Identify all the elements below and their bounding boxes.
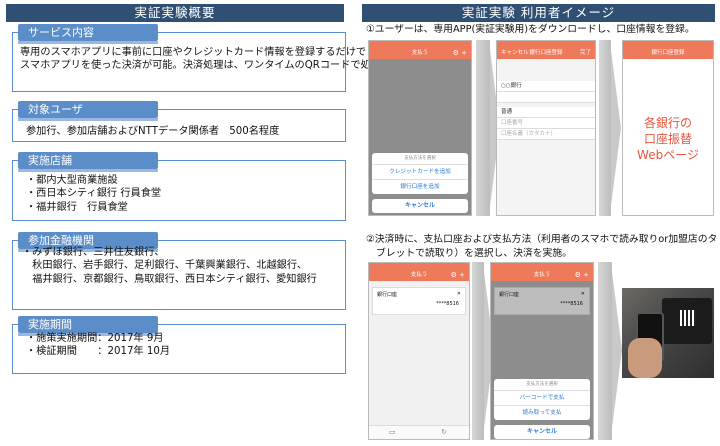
tab-bar: ▭ ↻: [369, 425, 469, 439]
period-title: 実施期間: [18, 316, 158, 336]
qr-code-icon: [680, 310, 696, 326]
sheet-heading: 支払方法を選択: [526, 382, 558, 387]
app-title: 銀行口座登録: [529, 50, 563, 56]
banks-body: ・みずほ銀行、三井住友銀行、 秋田銀行、岩手銀行、足利銀行、千葉興業銀行、北越銀…: [22, 246, 317, 286]
app-title: 支払う: [533, 272, 551, 278]
card-number: ****8516: [560, 301, 583, 307]
web-page-text: 各銀行の 口座振替 Webページ: [623, 115, 713, 163]
flow-arrow-2-head: [611, 50, 621, 206]
app-title: 銀行口座登録: [651, 50, 685, 56]
step2-text-line1: ②決済時に、支払口座および支払方法（利用者のスマホで読み取りor加盟店のタ: [366, 234, 718, 245]
sheet-heading: 支払方法を選択: [404, 156, 436, 161]
hand-image: [628, 338, 662, 378]
card-tab-icon[interactable]: ▭: [389, 428, 396, 436]
app-bar: 支払う ⚙ +: [491, 269, 593, 281]
stores-body: ・都内大型商業施設 ・西日本シティ銀行 行員食堂 ・福井銀行 行員食堂: [26, 174, 161, 214]
step1-text: ①ユーザーは、専用APP(実証実験用)をダウンロードし、口座情報を登録。: [366, 24, 695, 35]
add-bank-account-button[interactable]: 銀行口座を追加: [372, 179, 468, 194]
app-bar: 支払う ⚙ +: [369, 47, 471, 59]
done-link[interactable]: 完了: [580, 47, 591, 59]
service-line: スマホアプリを使った決済が可能。決済処理は、ワンタイムのQRコードで処理。: [20, 60, 392, 72]
phone-pay: 支払う ⚙ + 銀行口座 ✕ ****8516 ▭ ↻: [368, 262, 470, 440]
banks-line: 福井銀行、京都銀行、鳥取銀行、西日本シティ銀行、愛知銀行: [22, 273, 317, 285]
phone-bank-form: キャンセル 銀行口座登録 完了 ○○銀行 普通 口座番号 口座名義（カタカナ）: [496, 40, 596, 216]
web-text-line: Webページ: [637, 148, 699, 162]
action-sheet: 支払方法を選択 クレジットカードを追加 銀行口座を追加: [372, 153, 468, 194]
stores-line: ・福井銀行 行員食堂: [26, 201, 128, 213]
bank-name-field[interactable]: ○○銀行: [497, 81, 595, 92]
stores-title: 実施店舗: [18, 152, 158, 172]
cancel-button[interactable]: キャンセル: [372, 199, 468, 213]
history-tab-icon[interactable]: ↻: [441, 428, 447, 436]
bank-account-card[interactable]: 銀行口座 ✕ ****8516: [494, 287, 590, 315]
close-icon[interactable]: ✕: [457, 291, 461, 297]
stores-line: ・西日本シティ銀行 行員食堂: [26, 188, 162, 200]
users-line: 参加行、参加店舗およびNTTデータ関係者 500名程度: [26, 126, 280, 137]
gear-icon[interactable]: ⚙ +: [575, 269, 589, 281]
flow-arrow-1: [476, 40, 490, 216]
phone-pay-method: 支払う ⚙ + 銀行口座 ✕ ****8516 支払方法を選択 バーコードで支払…: [490, 262, 594, 440]
service-line: 専用のスマホアプリに事前に口座やクレジットカード情報を登録するだけで: [20, 47, 367, 58]
user-image-banner: 実証実験 利用者イメージ: [362, 4, 715, 22]
step2-text-line2: ブレットで読取り）を選択し、決済を実施。: [376, 248, 572, 259]
period-body: ・施策実施期間：2017年 9月 ・検証期間 ：2017年 10月: [26, 332, 170, 359]
period-line: ・検証期間 ：2017年 10月: [26, 346, 171, 358]
pay-by-scan-button[interactable]: 読み取って支払: [494, 405, 590, 420]
overview-banner: 実証実験概要: [6, 4, 344, 22]
pay-by-barcode-button[interactable]: バーコードで支払: [494, 390, 590, 405]
service-body: 専用のスマホアプリに事前に口座やクレジットカード情報を登録するだけで スマホアプ…: [20, 46, 391, 73]
account-number-field[interactable]: 口座番号: [497, 118, 595, 129]
close-icon[interactable]: ✕: [581, 291, 585, 297]
gear-icon[interactable]: ⚙ +: [451, 269, 465, 281]
app-title: 支払う: [410, 272, 428, 278]
flow-arrow-4: [598, 262, 612, 440]
action-sheet: 支払方法を選択 バーコードで支払 読み取って支払: [494, 379, 590, 420]
account-holder-field[interactable]: 口座名義（カタカナ）: [497, 129, 595, 140]
card-label: 銀行口座: [377, 292, 398, 298]
card-label: 銀行口座: [499, 292, 520, 298]
users-title: 対象ユーザ: [18, 101, 158, 121]
users-body: 参加行、参加店舗およびNTTデータ関係者 500名程度: [26, 125, 279, 138]
phone-add-method: 支払う ⚙ + 支払方法を選択 クレジットカードを追加 銀行口座を追加 キャンセ…: [368, 40, 472, 216]
app-bar: 支払う ⚙ +: [369, 269, 469, 281]
account-type-field[interactable]: 普通: [497, 107, 595, 118]
flow-arrow-3: [472, 262, 484, 440]
cancel-link[interactable]: キャンセル: [501, 47, 529, 59]
banks-line: ・みずほ銀行、三井住友銀行、: [22, 247, 165, 258]
add-credit-card-button[interactable]: クレジットカードを追加: [372, 164, 468, 179]
overview-panel: サービス内容 専用のスマホアプリに事前に口座やクレジットカード情報を登録するだけ…: [6, 24, 391, 440]
card-number: ****8516: [436, 301, 459, 307]
form-fields: ○○銀行 普通 口座番号 口座名義（カタカナ）: [497, 81, 595, 140]
period-line: ・施策実施期間：2017年 9月: [26, 333, 164, 344]
stores-line: ・都内大型商業施設: [26, 175, 118, 186]
web-text-line: 口座振替: [643, 132, 692, 146]
bank-account-card[interactable]: 銀行口座 ✕ ****8516: [372, 287, 466, 315]
app-bar: キャンセル 銀行口座登録 完了: [497, 47, 595, 59]
qr-scan-photo: [622, 288, 714, 378]
flow-arrow-4-head: [612, 272, 622, 428]
phone-bank-web: 銀行口座登録 各銀行の 口座振替 Webページ: [622, 40, 714, 216]
service-title: サービス内容: [18, 24, 158, 44]
banks-line: 秋田銀行、岩手銀行、足利銀行、千葉興業銀行、北越銀行、: [22, 260, 308, 272]
cancel-button[interactable]: キャンセル: [494, 425, 590, 439]
app-bar: 銀行口座登録: [623, 47, 713, 59]
branch-field[interactable]: [497, 92, 595, 103]
app-title: 支払う: [411, 50, 429, 56]
flow-arrow-2: [599, 40, 611, 216]
gear-icon[interactable]: ⚙ +: [453, 47, 467, 59]
web-text-line: 各銀行の: [643, 116, 692, 130]
